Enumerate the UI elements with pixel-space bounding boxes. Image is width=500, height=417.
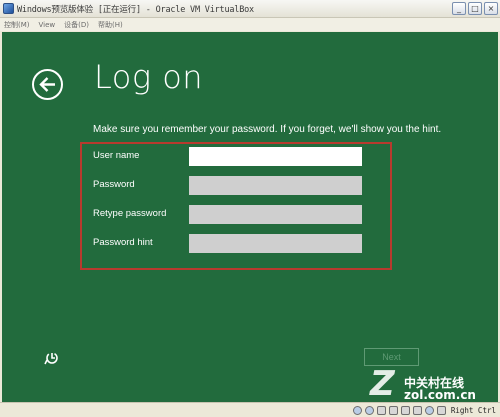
- usb-icon[interactable]: [376, 405, 386, 415]
- window-controls: _ □ ×: [452, 2, 498, 15]
- virtualbox-icon: [3, 3, 14, 14]
- password-input[interactable]: [189, 176, 362, 195]
- keyboard-icon[interactable]: [436, 405, 446, 415]
- network-icon[interactable]: [400, 405, 410, 415]
- hard-disk-icon[interactable]: [352, 405, 362, 415]
- display-icon[interactable]: [412, 405, 422, 415]
- close-button[interactable]: ×: [484, 2, 498, 15]
- ease-of-access-icon[interactable]: [44, 350, 60, 366]
- host-key-label: Right Ctrl: [450, 405, 496, 415]
- shared-folder-icon[interactable]: [388, 405, 398, 415]
- minimize-button[interactable]: _: [452, 2, 466, 15]
- page-title: Log on: [94, 58, 204, 96]
- password-hint-row: Password hint: [93, 234, 373, 253]
- window-titlebar[interactable]: Windows预览版体验 [正在运行] - Oracle VM VirtualB…: [0, 0, 500, 18]
- menu-help[interactable]: 帮助(H): [98, 20, 123, 30]
- retype-password-input[interactable]: [189, 205, 362, 224]
- maximize-button[interactable]: □: [468, 2, 482, 15]
- password-hint-input[interactable]: [189, 234, 362, 253]
- back-button[interactable]: [32, 69, 63, 100]
- status-bar: Right Ctrl: [0, 402, 500, 417]
- window-title: Windows预览版体验 [正在运行] - Oracle VM VirtualB…: [17, 4, 254, 15]
- optical-drive-icon[interactable]: [364, 405, 374, 415]
- password-hint-label: Password hint: [93, 237, 153, 248]
- back-arrow-icon: [39, 77, 55, 92]
- vm-screen[interactable]: Log on Make sure you remember your passw…: [2, 32, 498, 402]
- menu-bar: 控制(M) View 设备(D) 帮助(H): [0, 18, 500, 31]
- password-label: Password: [93, 179, 135, 190]
- watermark-url: zol.com.cn: [404, 388, 476, 402]
- instructions-text: Make sure you remember your password. If…: [93, 124, 442, 135]
- menu-view[interactable]: View: [39, 21, 56, 29]
- mouse-integration-icon[interactable]: [424, 405, 434, 415]
- username-input[interactable]: [189, 147, 362, 166]
- username-label: User name: [93, 150, 140, 161]
- password-row: Password: [93, 176, 373, 195]
- menu-machine[interactable]: 控制(M): [4, 20, 30, 30]
- watermark-logo: Z: [370, 364, 395, 402]
- retype-password-row: Retype password: [93, 205, 373, 224]
- retype-password-label: Retype password: [93, 208, 167, 219]
- username-row: User name: [93, 147, 373, 166]
- menu-devices[interactable]: 设备(D): [64, 20, 89, 30]
